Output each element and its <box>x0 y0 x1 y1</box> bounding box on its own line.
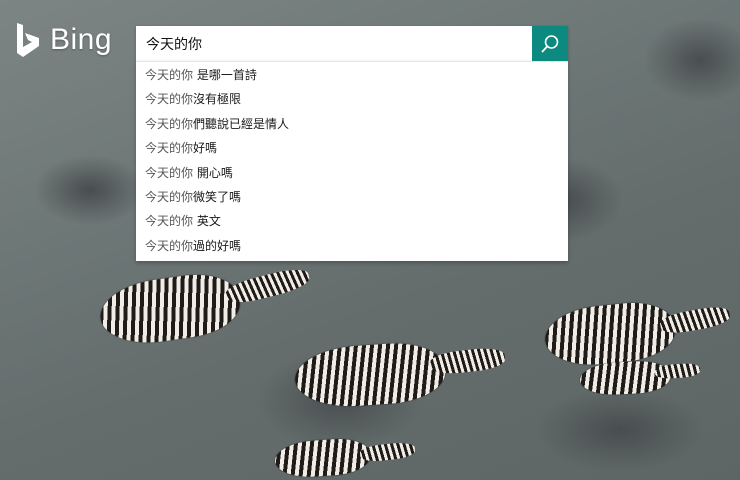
suggestion-list: 今天的你 是哪一首詩 今天的你沒有極限 今天的你們聽說已經是情人 今天的你好嗎 … <box>136 61 568 262</box>
suggestion-item[interactable]: 今天的你們聽說已經是情人 <box>136 112 568 136</box>
search-button[interactable] <box>532 26 568 61</box>
bing-logo[interactable]: Bing <box>14 22 112 58</box>
search-input[interactable] <box>136 26 532 61</box>
logo-text: Bing <box>50 23 113 56</box>
suggestion-item[interactable]: 今天的你微笑了嗎 <box>136 185 568 209</box>
suggestion-item[interactable]: 今天的你 是哪一首詩 <box>136 63 568 87</box>
search-bar <box>136 26 568 61</box>
search-icon <box>541 34 559 52</box>
suggestion-item[interactable]: 今天的你 開心嗎 <box>136 161 568 185</box>
suggestion-item[interactable]: 今天的你好嗎 <box>136 136 568 160</box>
search-container: 今天的你 是哪一首詩 今天的你沒有極限 今天的你們聽說已經是情人 今天的你好嗎 … <box>136 26 568 262</box>
suggestion-item[interactable]: 今天的你 英文 <box>136 209 568 233</box>
bing-logo-icon <box>17 23 39 57</box>
suggestion-item[interactable]: 今天的你沒有極限 <box>136 87 568 111</box>
suggestion-item[interactable]: 今天的你過的好嗎 <box>136 234 568 258</box>
